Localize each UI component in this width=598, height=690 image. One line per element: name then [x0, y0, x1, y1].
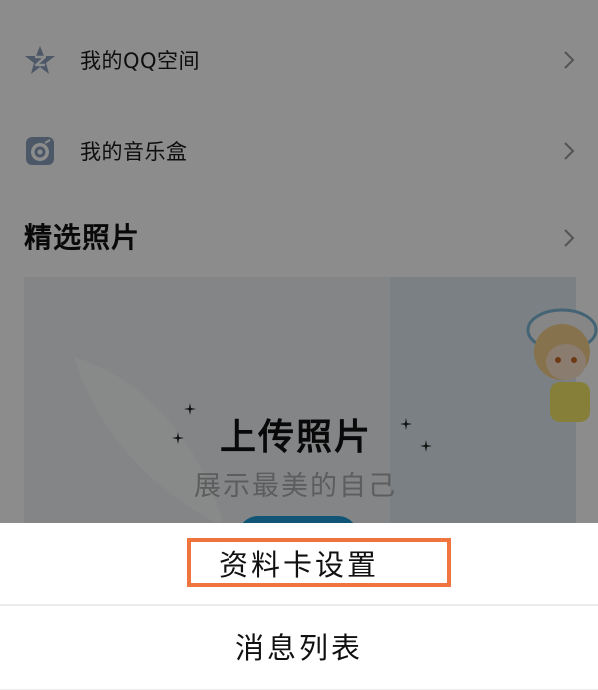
profile-page: 我的QQ空间 我的音乐盒 精选照片 上传照片 展示最美的自己 资料卡设置 消息列… [0, 0, 598, 690]
message-list-option[interactable]: 消息列表 [0, 606, 598, 686]
profile-card-settings-option[interactable]: 资料卡设置 [0, 523, 598, 603]
modal-overlay[interactable] [0, 0, 598, 523]
action-sheet: 资料卡设置 消息列表 [0, 523, 598, 690]
